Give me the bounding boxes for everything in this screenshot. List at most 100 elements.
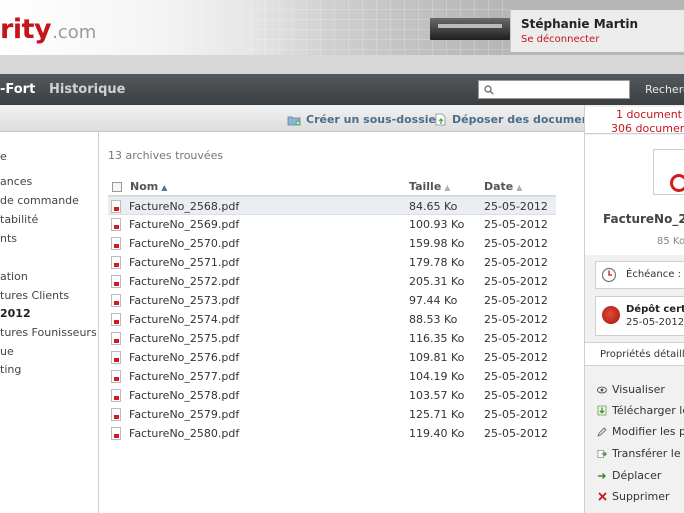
upload-document-icon [435, 113, 446, 126]
file-name: FactureNo_2576.pdf [129, 351, 240, 364]
file-size: 159.98 Ko [409, 237, 465, 250]
file-size: 88.53 Ko [409, 313, 458, 326]
pdf-file-icon [111, 200, 121, 213]
table-row[interactable]: FactureNo_2568.pdf 84.65 Ko 25-05-2012 [108, 196, 556, 215]
column-header-date[interactable]: Date ▲ [484, 180, 522, 193]
edit-properties-action[interactable]: Modifier les pr [597, 425, 684, 438]
view-action[interactable]: Visualiser [597, 383, 665, 396]
pdf-file-icon [111, 370, 121, 383]
certified-deposit-box: Dépôt certi 25-05-2012 [595, 296, 684, 336]
search-input[interactable] [498, 82, 628, 97]
tree-item[interactable]: ation [0, 270, 28, 283]
tree-item[interactable]: de commande [0, 194, 79, 207]
pdf-file-icon [111, 218, 121, 231]
logo-text: rity [0, 14, 52, 45]
delete-icon [597, 492, 607, 501]
selected-file-size: 85 Ko [657, 236, 684, 247]
detailed-properties[interactable]: Propriétés détaillé [585, 342, 684, 366]
logo-suffix: .com [52, 22, 97, 43]
file-name: FactureNo_2577.pdf [129, 370, 240, 383]
transfer-action[interactable]: Transférer le d [597, 447, 684, 460]
pencil-icon [597, 426, 607, 437]
download-action[interactable]: Télécharger le [597, 404, 684, 417]
file-size: 84.65 Ko [409, 200, 458, 213]
pdf-file-icon [111, 389, 121, 402]
create-subfolder-button[interactable]: Créer un sous-dossier [287, 113, 441, 126]
tree-item[interactable]: ue [0, 345, 14, 358]
pdf-large-icon [653, 149, 684, 195]
column-header-label: Taille [409, 180, 442, 193]
table-row[interactable]: FactureNo_2576.pdf 109.81 Ko 25-05-2012 [108, 348, 556, 367]
pdf-file-icon [111, 408, 121, 421]
table-row[interactable]: FactureNo_2570.pdf 159.98 Ko 25-05-2012 [108, 234, 556, 253]
file-date: 25-05-2012 [484, 389, 548, 402]
sort-icon: ▲ [516, 183, 523, 192]
file-name: FactureNo_2570.pdf [129, 237, 240, 250]
tree-item[interactable]: tures Founisseurs [0, 326, 97, 339]
table-row[interactable]: FactureNo_2578.pdf 103.57 Ko 25-05-2012 [108, 386, 556, 405]
file-date: 25-05-2012 [484, 218, 548, 231]
sort-asc-icon: ▲ [161, 183, 168, 192]
tree-item[interactable]: ances [0, 175, 32, 188]
clock-icon [601, 267, 617, 283]
column-header-size[interactable]: Taille ▲ [409, 180, 450, 193]
pdf-file-icon [111, 256, 121, 269]
search-button[interactable]: Recherc [645, 83, 684, 96]
file-date: 25-05-2012 [484, 275, 548, 288]
tree-item[interactable]: tures Clients [0, 289, 69, 302]
tab-coffre-fort[interactable]: -Fort [0, 82, 35, 97]
new-folder-icon [287, 116, 301, 125]
folder-tree: e ances de commande tabilité nts ation t… [0, 132, 99, 513]
delete-label: Supprimer [612, 490, 670, 503]
move-label: Déplacer [612, 469, 662, 482]
selected-file-name: FactureNo_2 [603, 212, 684, 226]
pdf-file-icon [111, 237, 121, 250]
table-row[interactable]: FactureNo_2569.pdf 100.93 Ko 25-05-2012 [108, 215, 556, 234]
logout-link[interactable]: Se déconnecter [521, 34, 684, 45]
column-header-label: Nom [130, 180, 159, 193]
move-icon [597, 472, 607, 480]
file-date: 25-05-2012 [484, 313, 548, 326]
table-header: Nom ▲ Taille ▲ Date ▲ [108, 178, 556, 196]
file-size: 109.81 Ko [409, 351, 465, 364]
tab-historique[interactable]: Historique [49, 82, 125, 97]
header-strip [0, 55, 684, 74]
table-row[interactable]: FactureNo_2574.pdf 88.53 Ko 25-05-2012 [108, 310, 556, 329]
file-name: FactureNo_2575.pdf [129, 332, 240, 345]
due-date-text: Échéance : 1 [626, 269, 684, 280]
logo[interactable]: rity .com [0, 14, 96, 50]
pdf-file-icon [111, 313, 121, 326]
delete-action[interactable]: Supprimer [597, 490, 670, 503]
user-box: Stéphanie Martin Se déconnecter [510, 10, 684, 52]
file-name: FactureNo_2579.pdf [129, 408, 240, 421]
tree-item[interactable]: nts [0, 232, 17, 245]
tree-item-selected[interactable]: 2012 [0, 307, 31, 320]
file-listing: 13 archives trouvées Nom ▲ Taille ▲ Date ▲ … [100, 132, 584, 513]
table-row[interactable]: FactureNo_2577.pdf 104.19 Ko 25-05-2012 [108, 367, 556, 386]
move-action[interactable]: Déplacer [597, 469, 661, 482]
table-row[interactable]: FactureNo_2580.pdf 119.40 Ko 25-05-2012 [108, 424, 556, 443]
tree-item[interactable]: e [0, 150, 7, 163]
tree-item[interactable]: ting [0, 363, 21, 376]
view-label: Visualiser [612, 383, 665, 396]
table-row[interactable]: FactureNo_2572.pdf 205.31 Ko 25-05-2012 [108, 272, 556, 291]
sort-icon: ▲ [444, 183, 451, 192]
download-label: Télécharger le [612, 404, 684, 417]
user-name: Stéphanie Martin [521, 17, 639, 31]
column-header-name[interactable]: Nom ▲ [130, 180, 167, 193]
main-toolbar: -Fort Historique Recherc [0, 74, 684, 105]
file-size: 104.19 Ko [409, 370, 465, 383]
transfer-label: Transférer le d [612, 447, 684, 460]
pdf-file-icon [111, 351, 121, 364]
select-all-checkbox[interactable] [112, 182, 122, 192]
tree-item[interactable]: tabilité [0, 213, 38, 226]
upload-documents-button[interactable]: Déposer des documents [435, 113, 601, 126]
app-header: rity .com Stéphanie Martin Se déconnecte… [0, 0, 684, 74]
archive-count: 13 archives trouvées [108, 149, 224, 162]
file-size: 100.93 Ko [409, 218, 465, 231]
table-row[interactable]: FactureNo_2579.pdf 125.71 Ko 25-05-2012 [108, 405, 556, 424]
table-row[interactable]: FactureNo_2573.pdf 97.44 Ko 25-05-2012 [108, 291, 556, 310]
table-row[interactable]: FactureNo_2571.pdf 179.78 Ko 25-05-2012 [108, 253, 556, 272]
table-row[interactable]: FactureNo_2575.pdf 116.35 Ko 25-05-2012 [108, 329, 556, 348]
download-icon [597, 405, 607, 416]
